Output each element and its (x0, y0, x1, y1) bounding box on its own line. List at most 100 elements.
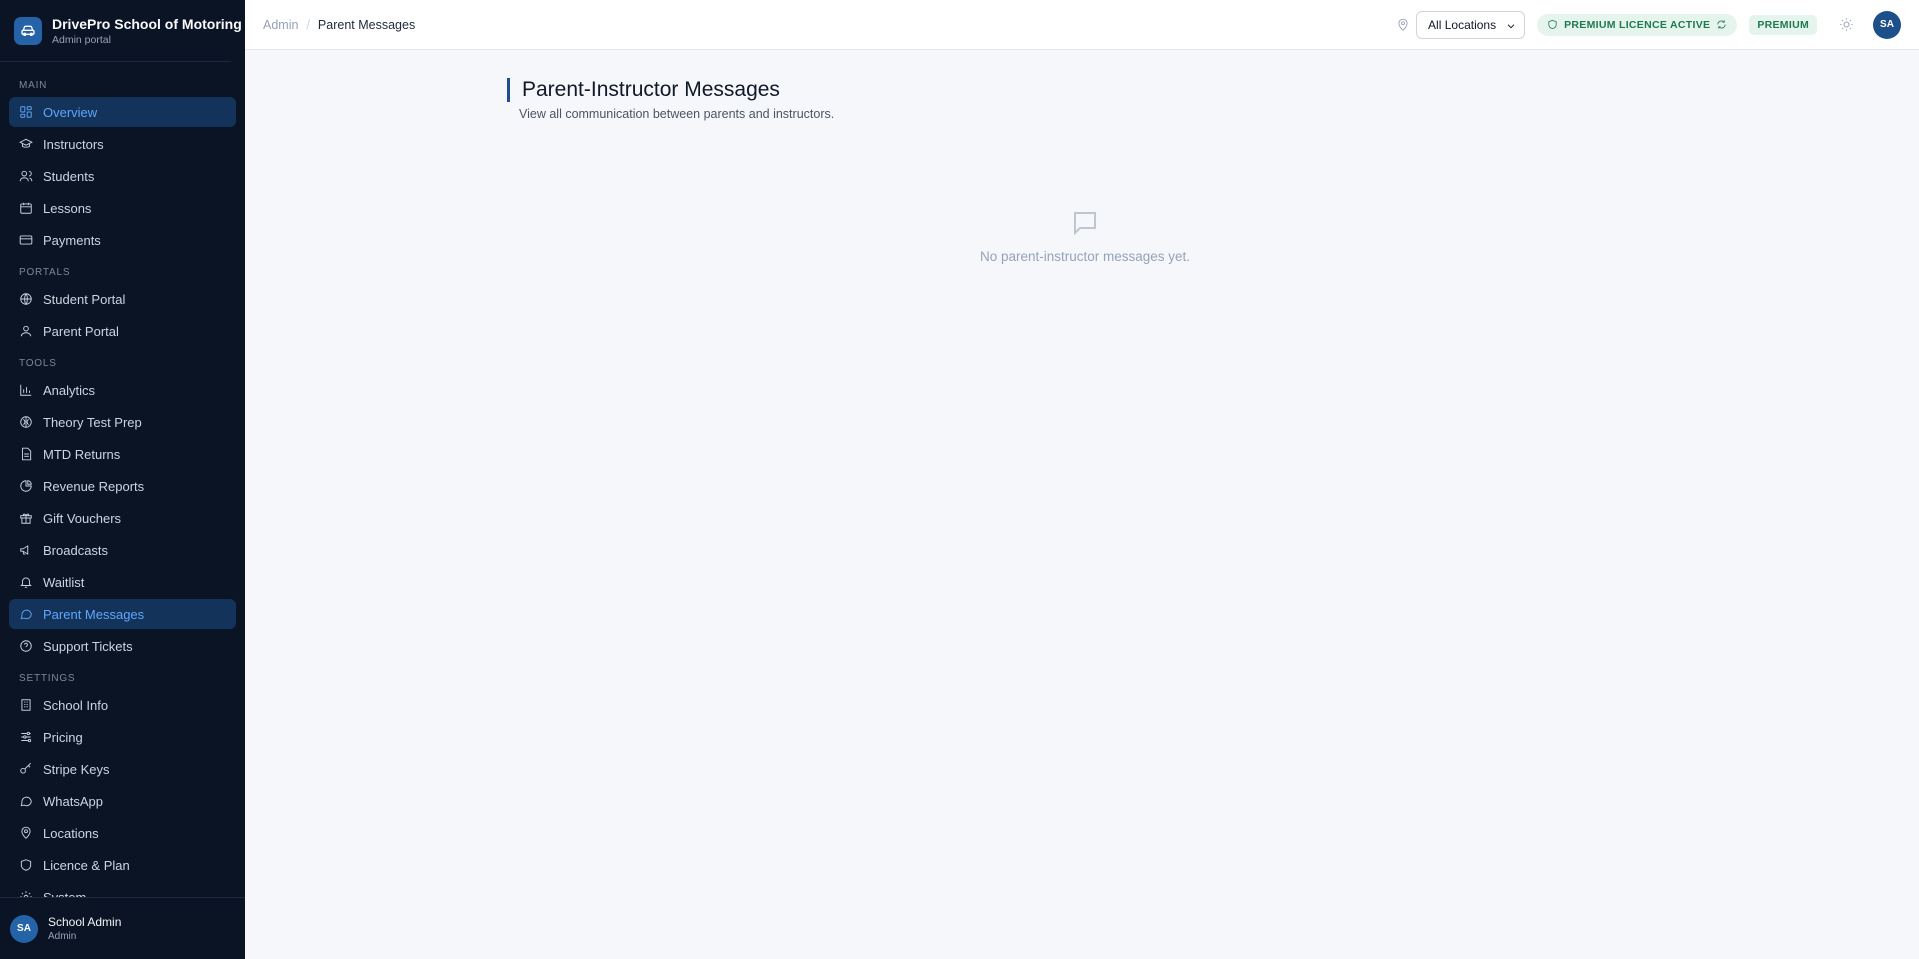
location-select-value: All Locations (1428, 17, 1497, 32)
car-icon (14, 16, 42, 45)
sidebar-item-mtd-returns[interactable]: MTD Returns (9, 439, 236, 469)
sidebar-item-label: Lessons (43, 200, 92, 216)
breadcrumb-current: Parent Messages (317, 17, 416, 32)
sidebar-item-support-tickets[interactable]: Support Tickets (9, 631, 236, 661)
users-icon (19, 169, 33, 183)
sidebar-item-label: Licence & Plan (43, 857, 130, 873)
sidebar-item-parent-portal[interactable]: Parent Portal (9, 316, 236, 346)
alarm-icon (19, 575, 33, 589)
brand-name: DrivePro School of Motoring (52, 15, 242, 32)
sidebar-item-locations[interactable]: Locations (9, 818, 236, 848)
pie-chart-icon (19, 479, 33, 493)
sidebar-item-label: Pricing (43, 729, 83, 745)
sidebar-item-gift-vouchers[interactable]: Gift Vouchers (9, 503, 236, 533)
sidebar-item-label: Locations (43, 825, 99, 841)
sidebar-item-theory-test-prep[interactable]: Theory Test Prep (9, 407, 236, 437)
megaphone-icon (19, 543, 33, 557)
avatar[interactable]: SA (1873, 10, 1901, 39)
empty-state-text: No parent-instructor messages yet. (979, 249, 1191, 264)
sidebar-item-overview[interactable]: Overview (9, 97, 236, 127)
shield-icon (19, 858, 33, 872)
calendar-icon (19, 201, 33, 215)
plan-badge: PREMIUM (1749, 14, 1817, 35)
sliders-icon (19, 730, 33, 744)
sidebar: DrivePro School of Motoring Admin portal… (0, 0, 245, 959)
user-icon (19, 324, 33, 338)
brand[interactable]: DrivePro School of Motoring Admin portal (0, 0, 242, 62)
main-content: Parent-Instructor Messages View all comm… (245, 50, 1919, 959)
page-header: Parent-Instructor Messages (507, 78, 780, 102)
help-circle-icon (19, 639, 33, 653)
empty-state: No parent-instructor messages yet. (970, 208, 1200, 264)
credit-card-icon (19, 233, 33, 247)
chat-icon (19, 794, 33, 808)
breadcrumb: Admin / Parent Messages (263, 18, 415, 32)
sidebar-item-whatsapp[interactable]: WhatsApp (9, 786, 236, 816)
page-subtitle: View all communication between parents a… (519, 107, 835, 121)
bar-chart-icon (19, 383, 33, 397)
sidebar-item-revenue-reports[interactable]: Revenue Reports (9, 471, 236, 501)
chevron-down-icon (1506, 20, 1516, 30)
breadcrumb-admin[interactable]: Admin (263, 18, 298, 32)
sidebar-item-school-info[interactable]: School Info (9, 690, 236, 720)
sidebar-item-stripe-keys[interactable]: Stripe Keys (9, 754, 236, 784)
user-name: School Admin (48, 914, 122, 929)
sidebar-item-label: Instructors (43, 136, 104, 152)
map-pin-icon (19, 826, 33, 840)
page-title: Parent-Instructor Messages (522, 78, 780, 101)
gift-icon (19, 511, 33, 525)
sidebar-item-parent-messages[interactable]: Parent Messages (9, 599, 236, 629)
sidebar-item-pricing[interactable]: Pricing (9, 722, 236, 752)
sidebar-nav: MAIN Overview Instructors Students Lesso… (0, 62, 245, 912)
grid-icon (19, 105, 33, 119)
sidebar-user[interactable]: SA School Admin Admin (0, 897, 245, 959)
sidebar-item-label: Broadcasts (43, 542, 109, 558)
sidebar-item-instructors[interactable]: Instructors (9, 129, 236, 159)
refresh-icon[interactable] (1716, 19, 1727, 30)
sun-icon[interactable] (1837, 16, 1855, 34)
sidebar-item-label: Parent Messages (43, 606, 145, 622)
sidebar-item-label: Support Tickets (43, 638, 133, 654)
section-label-settings: SETTINGS (19, 673, 76, 684)
sidebar-item-student-portal[interactable]: Student Portal (9, 284, 236, 314)
sidebar-item-label: Gift Vouchers (43, 510, 122, 526)
avatar: SA (10, 914, 38, 943)
sidebar-item-label: Student Portal (43, 291, 126, 307)
key-icon (19, 762, 33, 776)
location-select[interactable]: All Locations (1416, 10, 1526, 39)
file-icon (19, 447, 33, 461)
sidebar-item-lessons[interactable]: Lessons (9, 193, 236, 223)
shield-icon (1547, 19, 1558, 30)
sidebar-item-licence-plan[interactable]: Licence & Plan (9, 850, 236, 880)
sidebar-item-analytics[interactable]: Analytics (9, 375, 236, 405)
sidebar-item-payments[interactable]: Payments (9, 225, 236, 255)
sidebar-item-label: Overview (43, 104, 98, 120)
message-square-icon (1070, 208, 1100, 243)
sidebar-item-waitlist[interactable]: Waitlist (9, 567, 236, 597)
map-pin-icon (1396, 18, 1410, 32)
sidebar-item-label: Revenue Reports (43, 478, 145, 494)
brain-icon (19, 415, 33, 429)
building-icon (19, 698, 33, 712)
sidebar-item-broadcasts[interactable]: Broadcasts (9, 535, 236, 565)
sidebar-item-students[interactable]: Students (9, 161, 236, 191)
graduation-cap-icon (19, 137, 33, 151)
message-icon (19, 607, 33, 621)
sidebar-item-label: Analytics (43, 382, 96, 398)
sidebar-item-label: Waitlist (43, 574, 85, 590)
sidebar-item-label: Payments (43, 232, 101, 248)
section-label-tools: TOOLS (19, 358, 57, 369)
sidebar-item-label: Stripe Keys (43, 761, 110, 777)
sidebar-item-label: WhatsApp (43, 793, 103, 809)
globe-icon (19, 292, 33, 306)
breadcrumb-separator: / (306, 17, 310, 32)
topbar: Admin / Parent Messages All Locations PR… (245, 0, 1919, 50)
licence-status-text: PREMIUM LICENCE ACTIVE (1564, 18, 1711, 31)
section-label-main: MAIN (19, 80, 48, 91)
sidebar-item-label: School Info (43, 697, 109, 713)
user-role: Admin (48, 930, 77, 942)
licence-status-badge: PREMIUM LICENCE ACTIVE (1537, 13, 1738, 36)
sidebar-item-label: Theory Test Prep (43, 414, 142, 430)
sidebar-item-label: Parent Portal (43, 323, 119, 339)
sidebar-item-label: MTD Returns (43, 446, 121, 462)
